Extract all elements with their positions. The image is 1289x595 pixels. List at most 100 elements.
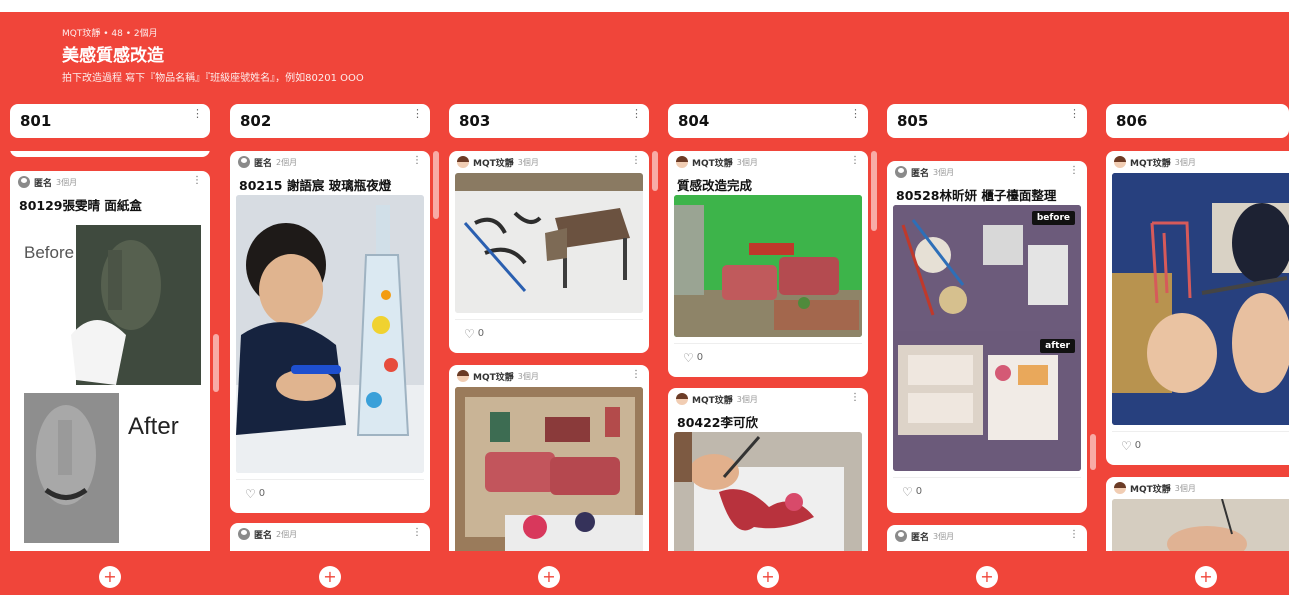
column-802: 802 ⋮ 匿名 2個月 ⋮ 80215 謝語宸 玻璃瓶夜燈 ♡ 0 匿名 2個… — [230, 104, 439, 555]
like-row[interactable]: ♡ 0 — [1112, 431, 1289, 459]
post-card-partial[interactable] — [10, 151, 210, 157]
post-menu-icon[interactable]: ⋮ — [412, 155, 422, 166]
add-post-button[interactable]: + — [319, 566, 341, 588]
column-menu-icon[interactable]: ⋮ — [1069, 108, 1080, 119]
post-card[interactable]: MQT玟靜 3個月 ⋮ ♡ 0 — [449, 151, 649, 353]
post-title: 80129張雯晴 面紙盒 — [19, 198, 142, 213]
post-card[interactable]: MQT玟靜 3個月 ⋮ — [449, 365, 649, 551]
column-title: 806 — [1116, 112, 1148, 130]
post-image[interactable] — [1112, 499, 1289, 551]
add-post-button[interactable]: + — [99, 566, 121, 588]
column-header: 805 ⋮ — [887, 104, 1087, 138]
post-image[interactable]: Before After — [16, 215, 204, 551]
post-image[interactable]: before after — [893, 205, 1081, 471]
padlet-board: MQT玟靜 • 48 • 2個月 美感質感改造 拍下改造過程 寫下『物品名稱』『… — [0, 12, 1289, 595]
like-row[interactable]: ♡ 0 — [236, 479, 424, 507]
add-post-button[interactable]: + — [538, 566, 560, 588]
post-menu-icon[interactable]: ⋮ — [412, 527, 422, 538]
post-card[interactable]: MQT玟靜 3個月 — [1106, 477, 1289, 551]
column-posts[interactable]: 匿名 2個月 ⋮ 80215 謝語宸 玻璃瓶夜燈 ♡ 0 匿名 2個月 ⋮ — [230, 151, 430, 551]
post-time: 3個月 — [736, 157, 758, 167]
before-label: Before — [24, 243, 75, 262]
heart-icon[interactable]: ♡ — [683, 351, 694, 365]
column-header: 804 ⋮ — [668, 104, 868, 138]
post-menu-icon[interactable]: ⋮ — [192, 175, 202, 186]
add-post-button[interactable]: + — [757, 566, 779, 588]
green-diorama-illustration — [674, 195, 862, 337]
post-time: 3個月 — [517, 371, 539, 381]
post-card[interactable]: MQT玟靜 3個月 ⋮ 80422李可欣 — [668, 388, 868, 551]
post-image[interactable] — [674, 195, 862, 337]
post-time: 3個月 — [1174, 483, 1196, 493]
column-menu-icon[interactable]: ⋮ — [192, 108, 203, 119]
post-title: 80422李可欣 — [677, 415, 758, 430]
board-description: 拍下改造過程 寫下『物品名稱』『班級座號姓名』，例如80201 OOO — [62, 73, 364, 84]
user-avatar-icon — [457, 156, 469, 168]
like-count: 0 — [1134, 440, 1142, 451]
post-menu-icon[interactable]: ⋮ — [631, 155, 641, 166]
column-menu-icon[interactable]: ⋮ — [631, 108, 642, 119]
column-scrollbar[interactable] — [213, 334, 219, 392]
post-author: 匿名 — [911, 532, 930, 543]
painted-desk-model-illustration — [455, 173, 643, 313]
post-card[interactable]: MQT玟靜 3個月 ⋮ 質感改造完成 ♡ 0 — [668, 151, 868, 377]
post-title: 質感改造完成 — [677, 178, 753, 193]
add-post-button[interactable]: + — [976, 566, 998, 588]
like-count: 0 — [258, 488, 266, 499]
column-posts[interactable]: MQT玟靜 3個月 ⋮ ♡ 0 MQT玟靜 3個月 ⋮ — [449, 151, 649, 551]
column-scrollbar[interactable] — [433, 151, 439, 219]
heart-icon[interactable]: ♡ — [1121, 439, 1132, 453]
post-card[interactable]: 匿名 2個月 ⋮ — [230, 523, 430, 551]
post-menu-icon[interactable]: ⋮ — [1069, 529, 1079, 540]
post-author: 匿名 — [254, 158, 273, 169]
anonymous-avatar-icon — [895, 166, 907, 178]
crafting-closeup-illustration — [1112, 499, 1289, 551]
post-image[interactable] — [455, 387, 643, 551]
post-card[interactable]: 匿名 3個月 ⋮ 80129張雯晴 面紙盒 Before After — [10, 171, 210, 551]
column-title: 805 — [897, 112, 929, 130]
heart-icon[interactable]: ♡ — [245, 487, 256, 501]
post-menu-icon[interactable]: ⋮ — [850, 392, 860, 403]
column-posts[interactable]: MQT玟靜 3個月 ⋮ 質感改造完成 ♡ 0 MQT玟靜 3個月 ⋮ 80422… — [668, 151, 868, 551]
post-time: 3個月 — [1174, 157, 1196, 167]
post-title: 80215 謝語宸 玻璃瓶夜燈 — [239, 178, 392, 193]
board-header: MQT玟靜 • 48 • 2個月 美感質感改造 拍下改造過程 寫下『物品名稱』『… — [62, 26, 364, 84]
like-row[interactable]: ♡ 0 — [674, 343, 862, 371]
post-card[interactable]: MQT玟靜 3個月 ♡ 0 — [1106, 151, 1289, 465]
add-post-button[interactable]: + — [1195, 566, 1217, 588]
post-menu-icon[interactable]: ⋮ — [1069, 165, 1079, 176]
column-menu-icon[interactable]: ⋮ — [412, 108, 423, 119]
user-avatar-icon — [457, 370, 469, 382]
before-label: before — [1031, 211, 1075, 225]
heart-icon[interactable]: ♡ — [902, 485, 913, 499]
column-scrollbar[interactable] — [871, 151, 877, 231]
column-posts[interactable]: 匿名 3個月 ⋮ 80528林昕妍 櫃子檯面整理 before after ♡ … — [887, 151, 1087, 551]
post-menu-icon[interactable]: ⋮ — [850, 155, 860, 166]
column-menu-icon[interactable]: ⋮ — [850, 108, 861, 119]
post-image[interactable] — [236, 195, 424, 473]
post-time: 3個月 — [736, 394, 758, 404]
student-crafting-illustration — [1112, 173, 1289, 425]
post-card[interactable]: 匿名 3個月 ⋮ — [887, 525, 1087, 551]
column-scrollbar[interactable] — [1090, 434, 1096, 470]
column-header: 803 ⋮ — [449, 104, 649, 138]
column-scrollbar[interactable] — [652, 151, 658, 191]
bus-diorama-illustration — [455, 387, 643, 551]
post-author: 匿名 — [254, 530, 273, 541]
post-image[interactable] — [674, 432, 862, 551]
board-title: 美感質感改造 — [62, 46, 164, 66]
like-count: 0 — [915, 486, 923, 497]
post-image[interactable] — [1112, 173, 1289, 425]
post-title: 80528林昕妍 櫃子檯面整理 — [896, 188, 1057, 203]
like-row[interactable]: ♡ 0 — [455, 319, 643, 347]
column-804: 804 ⋮ MQT玟靜 3個月 ⋮ 質感改造完成 ♡ 0 MQT玟靜 3個月 ⋮… — [668, 104, 877, 555]
column-title: 802 — [240, 112, 272, 130]
post-menu-icon[interactable]: ⋮ — [631, 369, 641, 380]
post-image[interactable] — [455, 173, 643, 313]
column-posts[interactable]: 匿名 3個月 ⋮ 80129張雯晴 面紙盒 Before After — [10, 151, 210, 551]
post-card[interactable]: 匿名 2個月 ⋮ 80215 謝語宸 玻璃瓶夜燈 ♡ 0 — [230, 151, 430, 513]
column-posts[interactable]: MQT玟靜 3個月 ♡ 0 MQT玟靜 3個月 — [1106, 151, 1289, 551]
post-card[interactable]: 匿名 3個月 ⋮ 80528林昕妍 櫃子檯面整理 before after ♡ … — [887, 161, 1087, 513]
heart-icon[interactable]: ♡ — [464, 327, 475, 341]
like-row[interactable]: ♡ 0 — [893, 477, 1081, 505]
